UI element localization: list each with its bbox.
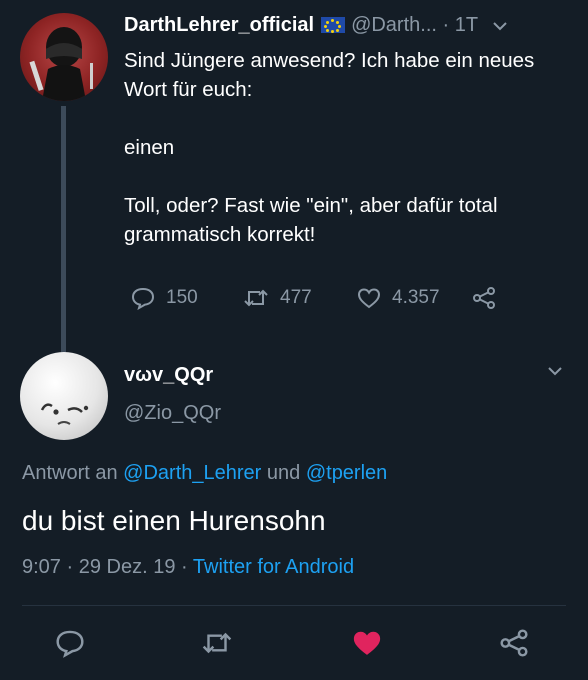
meta-separator: ·: [181, 556, 188, 578]
reply-to-user-link[interactable]: @tperlen: [306, 462, 387, 484]
share-icon: [473, 287, 495, 309]
tweet-paragraph: Sind Jüngere anwesend? Ich habe ein neue…: [124, 49, 535, 101]
reply-to-line: Antwort an @Darth_Lehrer und @tperlen: [22, 462, 387, 485]
tweet-paragraph: einen: [124, 136, 175, 159]
reply-author-avatar[interactable]: [20, 352, 108, 440]
chevron-down-icon[interactable]: [548, 363, 562, 381]
detail-actions: [0, 622, 588, 666]
tweet-meta: 9:07 · 29 Dez. 19 · Twitter for Android: [22, 556, 354, 579]
client-link[interactable]: Twitter for Android: [193, 556, 354, 578]
reply-author-name[interactable]: vωv_QQr: [124, 364, 213, 387]
retweet-button[interactable]: [200, 628, 234, 663]
retweet-icon: [244, 289, 268, 307]
retweet-icon: [202, 632, 232, 654]
author-name[interactable]: DarthLehrer_official: [124, 14, 314, 36]
share-button[interactable]: [498, 628, 530, 663]
tweet-header: DarthLehrer_official @Darth... · 1T: [124, 14, 508, 37]
reply-text: du bist einen Hurensohn: [22, 505, 326, 536]
heart-icon: [353, 631, 381, 655]
reply-to-and: und: [266, 462, 301, 484]
reply-button[interactable]: 150: [130, 286, 198, 310]
header-separator: ·: [442, 14, 450, 36]
share-icon: [500, 629, 528, 657]
divider: [22, 605, 566, 606]
author-avatar[interactable]: [20, 13, 108, 101]
like-button[interactable]: [350, 628, 384, 663]
reply-to-prefix: Antwort an: [22, 462, 118, 484]
thread-line: [61, 106, 66, 354]
reply-icon: [56, 630, 84, 658]
tweet-time[interactable]: 1T: [455, 14, 478, 36]
reply-icon: [131, 287, 155, 310]
reply-count: 150: [166, 287, 198, 308]
like-button[interactable]: 4.357: [356, 286, 440, 310]
heart-icon: [357, 288, 381, 309]
author-handle[interactable]: @Darth...: [351, 14, 437, 36]
retweet-count: 477: [280, 287, 312, 308]
reply-author-handle[interactable]: @Zio_QQr: [124, 402, 221, 425]
chevron-down-icon[interactable]: [493, 18, 508, 34]
eu-flag-icon: [321, 17, 346, 33]
retweet-button[interactable]: 477: [242, 286, 312, 310]
tweet-text: Sind Jüngere anwesend? Ich habe ein neue…: [124, 46, 564, 249]
share-button[interactable]: [471, 286, 507, 310]
meta-separator: ·: [66, 556, 74, 578]
tweet-paragraph: Toll, oder? Fast wie "ein", aber dafür t…: [124, 194, 498, 246]
reply-date: 29 Dez. 19: [78, 556, 176, 578]
like-count: 4.357: [392, 287, 440, 308]
reply-button[interactable]: [54, 628, 86, 663]
reply-time: 9:07: [22, 556, 61, 578]
reply-to-user-link[interactable]: @Darth_Lehrer: [123, 462, 261, 484]
